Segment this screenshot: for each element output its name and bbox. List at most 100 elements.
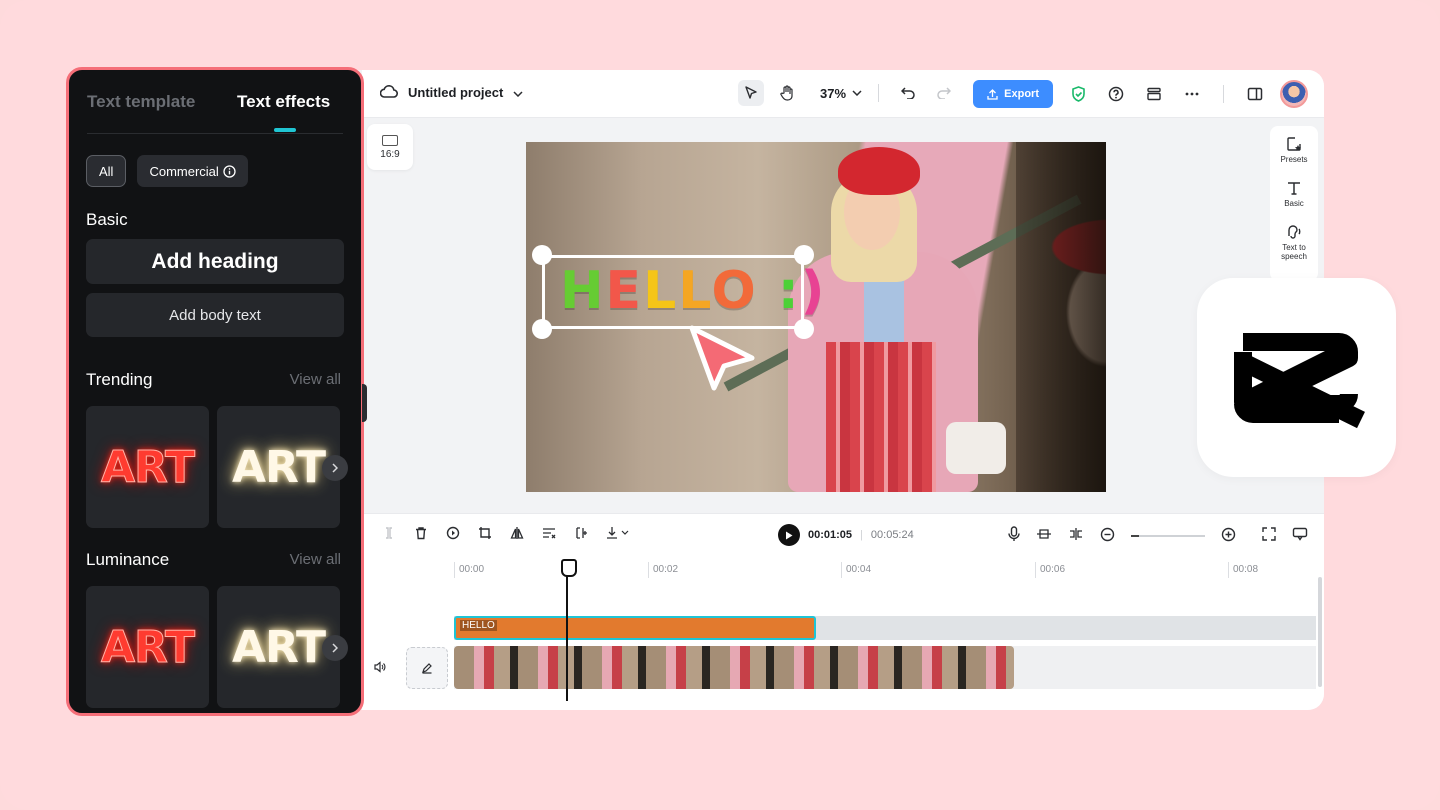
basic-button[interactable]: Basic [1284, 180, 1304, 208]
microphone-icon[interactable] [1008, 526, 1020, 545]
zoom-out-icon[interactable] [1100, 527, 1115, 545]
timeline-zoom-slider[interactable] [1131, 534, 1205, 537]
ruler-tick: 00:02 [648, 562, 678, 578]
add-body-text-button[interactable]: Add body text [86, 293, 344, 337]
capcut-logo-icon [1233, 332, 1365, 428]
hand-tool-button[interactable] [774, 80, 800, 106]
pointer-icon [745, 86, 757, 99]
basic-label: Basic [1284, 199, 1304, 208]
timeline-toolbar: 00:01:05 | 00:05:24 [362, 513, 1324, 557]
undo-button[interactable] [895, 80, 921, 106]
link-icon[interactable] [1068, 527, 1084, 544]
tts-icon [1288, 225, 1301, 239]
luminance-view-all-link[interactable]: View all [290, 551, 341, 568]
redo-button[interactable] [931, 80, 957, 106]
time-separator: | [860, 529, 863, 541]
zoom-level: 37% [820, 85, 847, 101]
export-label: Export [1004, 88, 1039, 100]
text-tabs: Text template Text effects [87, 90, 343, 134]
comment-icon[interactable] [1292, 527, 1308, 544]
layers-button[interactable] [1141, 81, 1167, 107]
timeline[interactable]: 00:00 00:02 00:04 00:06 00:08 HELLO [362, 557, 1324, 710]
resize-handle-bottom-right[interactable] [794, 319, 814, 339]
presets-label: Presets [1280, 155, 1308, 164]
section-title-trending: Trending [86, 370, 153, 389]
crop-icon[interactable] [478, 526, 492, 543]
select-tool-button[interactable] [738, 80, 764, 106]
more-button[interactable] [1179, 81, 1205, 107]
snap-icon[interactable] [1036, 527, 1052, 544]
chip-commercial-label: Commercial [149, 163, 219, 179]
mirror-icon[interactable] [510, 526, 524, 543]
red-beret [838, 147, 920, 195]
ruler-tick: 00:08 [1228, 562, 1258, 578]
redo-icon [937, 87, 952, 99]
video-clip[interactable] [454, 646, 1014, 689]
delete-icon[interactable] [414, 526, 428, 543]
shield-icon [1071, 86, 1085, 102]
zoom-in-icon[interactable] [1221, 527, 1236, 545]
upload-icon [987, 88, 998, 100]
section-title-basic: Basic [86, 210, 128, 229]
project-name: Untitled project [408, 85, 504, 100]
download-dropdown-icon[interactable] [606, 526, 630, 543]
cloud-icon [379, 84, 398, 101]
volume-icon[interactable] [374, 661, 386, 676]
total-time: 00:05:24 [870, 529, 914, 541]
edit-cover-button[interactable] [406, 647, 448, 689]
divider [878, 84, 880, 102]
tab-indicator [274, 128, 296, 132]
divider [1223, 85, 1224, 103]
selection-box[interactable] [542, 255, 804, 329]
aspect-ratio-button[interactable]: 16:9 [367, 124, 413, 170]
ruler-tick: 00:06 [1035, 562, 1065, 578]
luminance-next-button[interactable] [322, 635, 348, 661]
resize-handle-top-right[interactable] [794, 245, 814, 265]
speed-icon[interactable] [446, 526, 460, 543]
panel-collapse-handle[interactable] [362, 384, 367, 422]
shield-button[interactable] [1065, 81, 1091, 107]
ratio-icon [382, 134, 398, 146]
split-icon[interactable] [382, 526, 396, 543]
play-icon [786, 531, 793, 539]
export-button[interactable]: Export [973, 80, 1053, 108]
hand-icon [780, 85, 793, 101]
fullscreen-icon[interactable] [1262, 527, 1276, 544]
filter-chips: All Commercial [86, 155, 248, 187]
adjust-icon[interactable] [542, 526, 556, 543]
white-handbag [946, 422, 1006, 474]
tab-text-effects[interactable]: Text effects [237, 92, 330, 112]
tab-text-template[interactable]: Text template [87, 92, 195, 112]
chip-all-label: All [99, 163, 114, 179]
zoom-dropdown[interactable]: 37% [820, 86, 862, 101]
mouse-cursor-icon [689, 325, 755, 391]
resize-handle-bottom-left[interactable] [532, 319, 552, 339]
chip-all[interactable]: All [86, 155, 127, 187]
play-button[interactable] [778, 524, 800, 546]
timeline-scrollbar[interactable] [1318, 577, 1322, 687]
layout-toggle-button[interactable] [1242, 81, 1268, 107]
text-clip[interactable]: HELLO [454, 616, 816, 640]
luminance-effect-card[interactable]: ART [86, 586, 209, 708]
text-to-speech-button[interactable]: Text to speech [1270, 224, 1318, 261]
user-avatar[interactable] [1280, 80, 1308, 108]
presets-icon [1287, 137, 1301, 151]
ruler-tick: 00:00 [454, 562, 484, 578]
chip-commercial[interactable]: Commercial [137, 155, 248, 187]
text-panel: Text template Text effects All Commercia… [66, 67, 364, 716]
shadow-area [1016, 142, 1106, 492]
text-clip-label: HELLO [460, 620, 497, 631]
resize-handle-top-left[interactable] [532, 245, 552, 265]
help-button[interactable] [1103, 81, 1129, 107]
pencil-icon [422, 663, 432, 674]
section-title-luminance: Luminance [86, 550, 170, 569]
project-menu[interactable]: Untitled project [379, 84, 523, 101]
add-heading-button[interactable]: Add heading [86, 239, 344, 284]
info-icon[interactable] [223, 164, 236, 178]
playhead[interactable] [561, 559, 577, 701]
trending-view-all-link[interactable]: View all [290, 371, 341, 388]
trending-next-button[interactable] [322, 455, 348, 481]
trim-icon[interactable] [574, 526, 588, 543]
presets-button[interactable]: Presets [1280, 136, 1308, 164]
trending-effect-card[interactable]: ART [86, 406, 209, 528]
